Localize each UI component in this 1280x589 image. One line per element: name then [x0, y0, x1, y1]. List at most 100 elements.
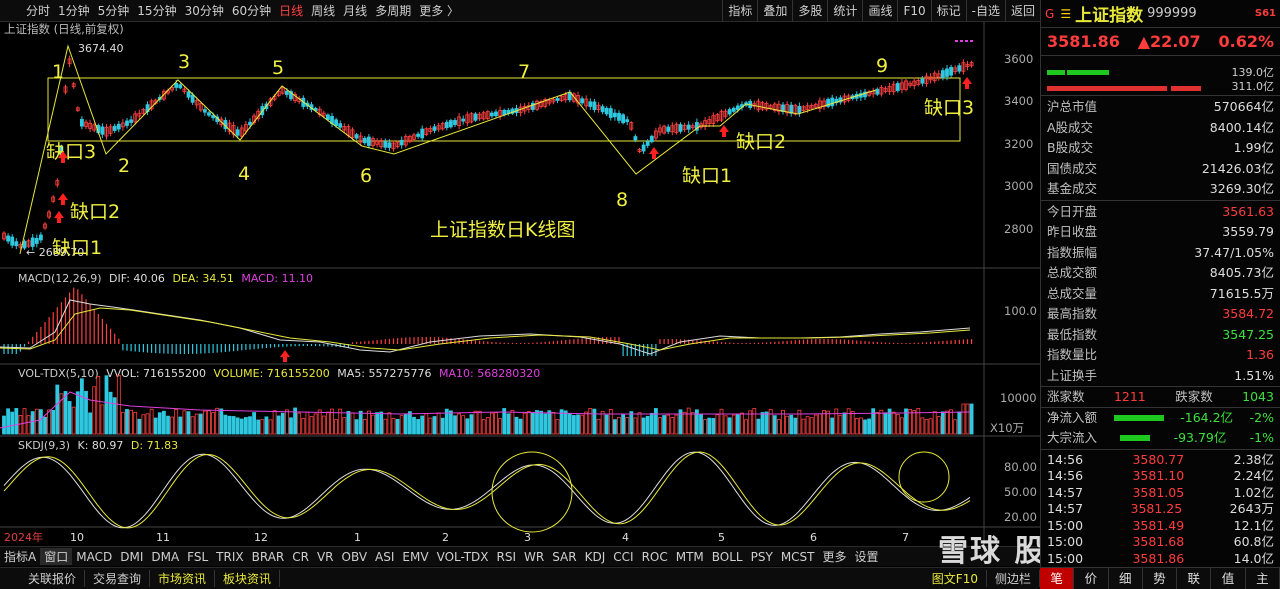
indicator-tab[interactable]: ROC — [638, 550, 672, 564]
period-tab[interactable]: 15分钟 — [133, 2, 180, 19]
volume-bar — [424, 413, 429, 435]
trade-query-button[interactable]: 交易查询 — [85, 570, 151, 587]
related-quote-button[interactable]: 关联报价 — [20, 570, 86, 587]
indicator-tab-more[interactable]: 更多 — [819, 548, 851, 565]
period-tab[interactable]: 60分钟 — [228, 2, 275, 19]
volume-bar — [43, 416, 47, 435]
flow-bar — [1113, 414, 1164, 421]
indicator-tab[interactable]: FSL — [183, 550, 212, 564]
indicator-tab[interactable]: KDJ — [581, 550, 610, 564]
indicator-tab[interactable]: VR — [313, 550, 338, 564]
volume-bar — [153, 417, 158, 435]
indicator-tab[interactable]: VOL-TDX — [433, 550, 493, 564]
period-tab[interactable]: 月线 — [339, 2, 371, 19]
quote-tab[interactable]: 主 — [1246, 568, 1280, 589]
candle-body — [248, 121, 252, 126]
indicator-settings-tab[interactable]: 设置 — [851, 548, 883, 565]
statistics-button[interactable]: 统计 — [827, 0, 862, 22]
indicator-tab[interactable]: DMA — [147, 550, 183, 564]
indicator-tab[interactable]: EMV — [398, 550, 432, 564]
x-tick: 3 — [524, 531, 531, 544]
indicator-tab[interactable]: BOLL — [708, 550, 747, 564]
candle-body — [362, 137, 367, 144]
watchlist-remove-button[interactable]: -自选 — [965, 0, 1005, 22]
detail-row: 昨日收盘 3559.79 — [1047, 224, 1274, 239]
quote-tab[interactable]: 细 — [1109, 568, 1143, 589]
volume-bar — [289, 417, 293, 435]
indicator-tab[interactable]: TRIX — [212, 550, 247, 564]
volume-bar — [55, 384, 60, 435]
period-tab[interactable]: 周线 — [307, 2, 339, 19]
quote-tab[interactable]: 笔 — [1040, 568, 1075, 589]
volume-bar — [366, 410, 371, 435]
indicator-tab[interactable]: BRAR — [248, 550, 289, 564]
multi-stock-button[interactable]: 多股 — [792, 0, 827, 22]
period-tab[interactable]: 多周期 — [371, 2, 415, 19]
indicator-tab[interactable]: MTM — [672, 550, 708, 564]
volume-bar — [248, 416, 252, 435]
f10-text-button[interactable]: 图文F10 — [924, 570, 987, 587]
indicator-tab[interactable]: CCI — [609, 550, 637, 564]
mark-button[interactable]: 标记 — [930, 0, 966, 22]
volume-bar — [690, 412, 695, 435]
indicator-tab[interactable]: SAR — [548, 550, 580, 564]
candle-body — [416, 133, 421, 137]
indicator-tab[interactable]: RSI — [493, 550, 521, 564]
volume-bar — [818, 413, 822, 435]
volume-bar — [859, 417, 863, 435]
volume-bar — [719, 408, 724, 435]
draw-line-button[interactable]: 画线 — [862, 0, 897, 22]
indicator-tab[interactable]: PSY — [747, 550, 777, 564]
indicator-tab[interactable]: MCST — [777, 550, 819, 564]
volume-bar — [912, 410, 917, 435]
quote-tab[interactable]: 价 — [1074, 568, 1109, 589]
volume-bar — [826, 410, 830, 435]
indicator-tab[interactable]: ASI — [371, 550, 398, 564]
volume-bar — [108, 391, 113, 435]
period-tab[interactable]: 1分钟 — [54, 2, 94, 19]
indicator-tab[interactable]: DMI — [116, 550, 147, 564]
macd-histogram — [3, 287, 973, 356]
volume-bar — [834, 408, 839, 435]
menu-icon[interactable]: ☰ — [1060, 7, 1071, 21]
period-tab[interactable]: 5分钟 — [94, 2, 134, 19]
macd-legend: MACD(12,26,9) DIF: 40.06 DEA: 34.51 MACD… — [18, 272, 313, 285]
detail-row: 最高指数 3584.72 — [1047, 306, 1274, 321]
indicator-tab[interactable]: 指标A — [0, 548, 40, 565]
volume-bar — [100, 404, 105, 435]
indicator-tab[interactable]: WR — [520, 550, 548, 564]
period-tab[interactable]: 分时 — [22, 2, 54, 19]
candle-body — [489, 112, 494, 117]
candle-body — [211, 115, 216, 119]
overlay-button[interactable]: 叠加 — [757, 0, 792, 22]
indicator-button[interactable]: 指标 — [722, 0, 757, 22]
index-name: 上证指数 — [1075, 6, 1144, 26]
volume-bar — [297, 412, 302, 435]
volume-bar — [576, 414, 580, 435]
f10-button[interactable]: F10 — [897, 0, 930, 22]
indicator-tab[interactable]: CR — [288, 550, 313, 564]
quote-tab[interactable]: 联 — [1177, 568, 1212, 589]
volume-bar — [945, 410, 949, 435]
sector-news-button[interactable]: 板块资讯 — [215, 570, 281, 587]
candle-body — [178, 84, 183, 89]
indicator-tab[interactable]: OBV — [338, 550, 372, 564]
period-tab[interactable]: 30分钟 — [181, 2, 228, 19]
more-periods-button[interactable]: 更多 〉 — [415, 2, 463, 19]
quote-tab[interactable]: 势 — [1143, 568, 1178, 589]
indicator-tab[interactable]: 窗口 — [40, 548, 73, 565]
market-news-button[interactable]: 市场资讯 — [150, 570, 216, 587]
tick-row: 15:00 3581.86 14.0亿 — [1047, 550, 1274, 566]
candle-body — [555, 98, 560, 101]
volume-bar — [572, 415, 576, 435]
back-button[interactable]: 返回 — [1004, 0, 1040, 22]
indicator-tab[interactable]: MACD — [72, 550, 116, 564]
volume-bar — [629, 411, 634, 435]
sidebar-toggle-button[interactable]: 侧边栏 — [987, 570, 1040, 587]
volume-bar — [383, 418, 388, 435]
candle-body — [830, 97, 835, 107]
quote-tab[interactable]: 值 — [1211, 568, 1246, 589]
volume-bar — [871, 408, 876, 435]
period-tab-daily[interactable]: 日线 — [275, 2, 307, 19]
chart-canvas[interactable]: 上证指数 (日线,前复权) 3600 3400 3200 3000 2800 3… — [0, 22, 1040, 546]
